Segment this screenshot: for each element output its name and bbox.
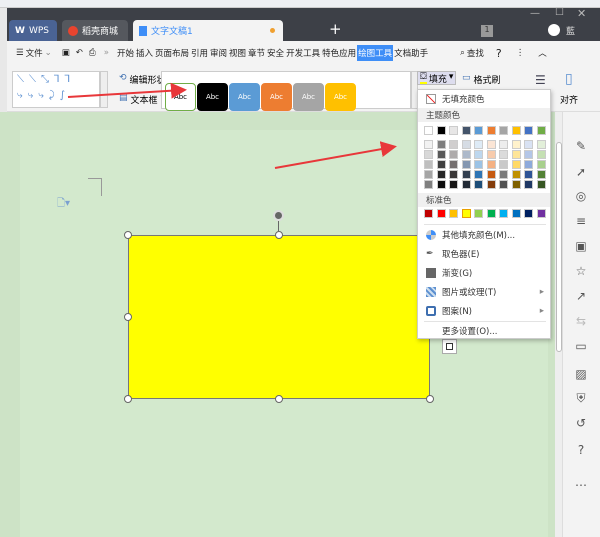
standard-color-swatch[interactable]	[499, 209, 508, 218]
shade-color-swatch[interactable]	[474, 170, 483, 179]
theme-color-swatch[interactable]	[474, 126, 483, 135]
theme-color-swatch[interactable]	[499, 126, 508, 135]
shade-color-swatch[interactable]	[424, 140, 433, 149]
standard-color-swatch[interactable]	[449, 209, 458, 218]
theme-color-swatch[interactable]	[536, 126, 546, 135]
pattern-label: 图案(N)	[442, 307, 472, 317]
shade-color-swatch[interactable]	[511, 160, 521, 169]
more-colors-label: 其他填充颜色(M)...	[442, 231, 516, 241]
shade-color-swatch[interactable]	[424, 170, 433, 179]
submenu-arrow-icon: ▸	[539, 306, 544, 316]
shade-color-swatch[interactable]	[524, 160, 533, 169]
shade-color-swatch[interactable]	[461, 140, 471, 149]
theme-colors-heading: 主题颜色	[418, 108, 550, 122]
standard-color-swatch[interactable]	[524, 209, 533, 218]
gradient-item[interactable]: 渐变(G)	[418, 264, 550, 282]
shade-color-swatch[interactable]	[436, 140, 446, 149]
shade-color-swatch[interactable]	[499, 180, 508, 189]
shade-color-swatch[interactable]	[474, 140, 483, 149]
pattern-icon	[426, 306, 436, 316]
standard-color-swatch[interactable]	[486, 209, 496, 218]
shade-color-swatch[interactable]	[436, 180, 446, 189]
shade-color-swatch[interactable]	[499, 160, 508, 169]
theme-color-swatch[interactable]	[511, 126, 521, 135]
more-colors-item[interactable]: 其他填充颜色(M)...	[418, 226, 550, 244]
standard-color-swatch[interactable]	[436, 209, 446, 218]
shade-color-swatch[interactable]	[536, 170, 546, 179]
shade-color-swatch[interactable]	[536, 180, 546, 189]
submenu-arrow-icon: ▸	[539, 287, 544, 297]
shade-color-swatch[interactable]	[486, 180, 496, 189]
standard-color-swatch[interactable]	[474, 209, 483, 218]
shade-color-swatch[interactable]	[536, 140, 546, 149]
shade-color-swatch[interactable]	[536, 160, 546, 169]
divider	[424, 224, 546, 225]
fill-dropdown-menu: 无填充颜色 主题颜色 标准色 其他填充颜色(M)... ✒ 取色器(E) 渐变(G…	[417, 89, 551, 339]
shade-color-swatch[interactable]	[449, 180, 458, 189]
shade-color-swatch[interactable]	[449, 140, 458, 149]
eyedropper-item[interactable]: ✒ 取色器(E)	[418, 245, 550, 263]
shade-color-swatch[interactable]	[524, 140, 533, 149]
shade-color-swatch[interactable]	[436, 170, 446, 179]
red-arrow	[274, 141, 397, 169]
shade-color-swatch[interactable]	[436, 160, 446, 169]
shade-color-swatch[interactable]	[474, 160, 483, 169]
standard-color-swatch[interactable]	[424, 209, 433, 218]
shade-color-swatch[interactable]	[424, 150, 433, 159]
gradient-label: 渐变(G)	[442, 269, 473, 279]
shade-color-swatch[interactable]	[486, 170, 496, 179]
shade-color-swatch[interactable]	[511, 140, 521, 149]
theme-color-swatch[interactable]	[424, 126, 433, 135]
standard-color-swatch[interactable]	[511, 209, 521, 218]
no-fill-icon	[426, 94, 436, 104]
shade-color-swatch[interactable]	[461, 170, 471, 179]
more-settings-item[interactable]: 更多设置(O)...	[418, 322, 550, 340]
no-fill-item[interactable]: 无填充颜色	[418, 90, 550, 108]
shade-color-swatch[interactable]	[499, 170, 508, 179]
theme-color-swatch[interactable]	[436, 126, 446, 135]
shade-color-swatch[interactable]	[461, 160, 471, 169]
shade-color-swatch[interactable]	[524, 170, 533, 179]
shade-color-swatch[interactable]	[486, 160, 496, 169]
shade-color-swatch[interactable]	[449, 160, 458, 169]
shade-color-swatch[interactable]	[474, 180, 483, 189]
shade-color-swatch[interactable]	[486, 150, 496, 159]
shade-color-swatch[interactable]	[499, 140, 508, 149]
standard-colors-heading: 标准色	[418, 193, 550, 207]
color-wheel-icon	[426, 230, 436, 240]
theme-color-swatch[interactable]	[524, 126, 533, 135]
picture-texture-label: 图片或纹理(T)	[442, 288, 497, 298]
picture-texture-item[interactable]: 图片或纹理(T) ▸	[418, 283, 550, 301]
shade-color-swatch[interactable]	[461, 180, 471, 189]
shade-color-swatch[interactable]	[499, 150, 508, 159]
eyedropper-icon: ✒	[426, 249, 434, 259]
eyedropper-label: 取色器(E)	[442, 250, 480, 260]
shade-color-swatch[interactable]	[461, 150, 471, 159]
standard-color-swatch[interactable]	[536, 209, 546, 218]
shade-color-swatch[interactable]	[424, 180, 433, 189]
shade-color-swatch[interactable]	[524, 150, 533, 159]
shade-color-swatch[interactable]	[511, 150, 521, 159]
shade-color-swatch[interactable]	[449, 150, 458, 159]
theme-color-swatch[interactable]	[449, 126, 458, 135]
shade-color-swatch[interactable]	[524, 180, 533, 189]
theme-color-swatch[interactable]	[486, 126, 496, 135]
no-fill-label: 无填充颜色	[442, 95, 485, 105]
shade-color-swatch[interactable]	[536, 150, 546, 159]
texture-icon	[426, 287, 436, 297]
pattern-item[interactable]: 图案(N) ▸	[418, 302, 550, 320]
gradient-icon	[426, 268, 436, 278]
shade-color-swatch[interactable]	[511, 170, 521, 179]
shade-color-swatch[interactable]	[436, 150, 446, 159]
shade-color-swatch[interactable]	[424, 160, 433, 169]
shade-color-swatch[interactable]	[511, 180, 521, 189]
red-arrow	[67, 82, 187, 99]
shade-color-swatch[interactable]	[474, 150, 483, 159]
standard-color-swatch[interactable]	[461, 209, 471, 218]
theme-color-swatch[interactable]	[461, 126, 471, 135]
shade-color-swatch[interactable]	[486, 140, 496, 149]
shade-color-swatch[interactable]	[449, 170, 458, 179]
